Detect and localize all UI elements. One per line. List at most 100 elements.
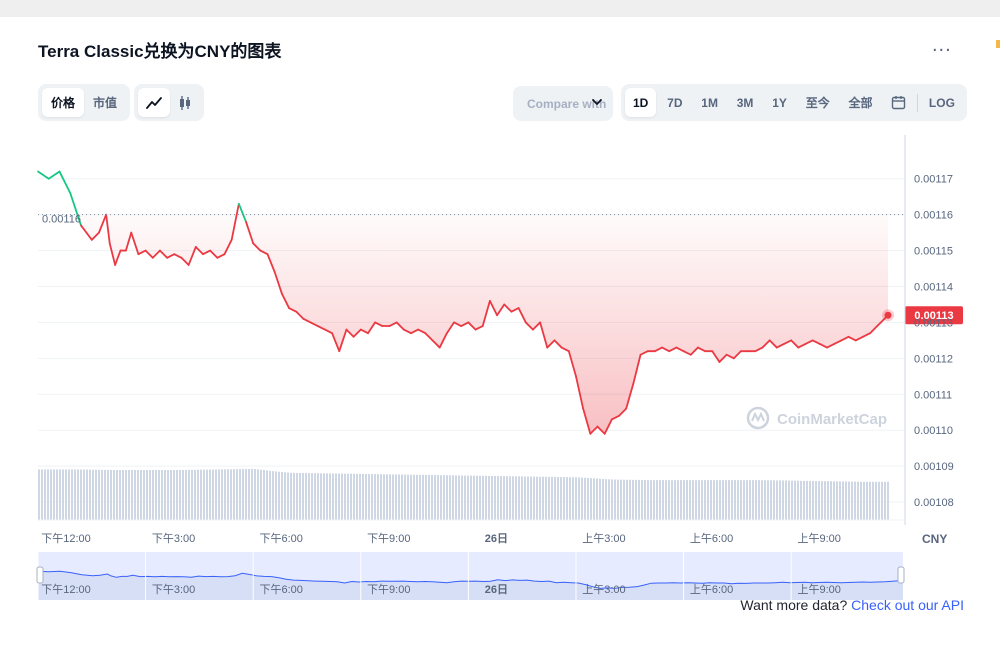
volume-bar bbox=[83, 469, 85, 520]
volume-bars bbox=[38, 468, 889, 520]
volume-bar bbox=[494, 475, 496, 520]
volume-bar bbox=[383, 474, 385, 520]
volume-bar bbox=[746, 480, 748, 520]
volume-bar bbox=[614, 479, 616, 520]
range-7d[interactable]: 7D bbox=[659, 88, 690, 117]
calendar-icon bbox=[892, 96, 906, 110]
volume-bar bbox=[530, 476, 532, 520]
volume-bar bbox=[716, 480, 718, 520]
volume-bar bbox=[398, 474, 400, 520]
volume-bar bbox=[344, 473, 346, 520]
volume-bar bbox=[128, 469, 130, 520]
range-ytd[interactable]: 至今 bbox=[798, 88, 838, 117]
volume-bar bbox=[299, 472, 301, 520]
candlestick-button[interactable] bbox=[170, 88, 200, 117]
tab-market-cap[interactable]: 市值 bbox=[84, 88, 126, 117]
y-tick-label: 0.00109 bbox=[914, 461, 954, 473]
range-1m[interactable]: 1M bbox=[693, 88, 726, 117]
chart-title: Terra Classic兑换为CNY的图表 bbox=[38, 42, 282, 61]
volume-bar bbox=[752, 480, 754, 520]
api-prompt: Want more data? Check out our API bbox=[740, 597, 964, 613]
volume-bar bbox=[710, 480, 712, 520]
date-picker-button[interactable] bbox=[883, 88, 914, 117]
current-price-dot bbox=[884, 311, 892, 319]
volume-bar bbox=[41, 469, 43, 520]
volume-bar bbox=[389, 474, 391, 520]
more-options-button[interactable]: ... bbox=[932, 35, 952, 55]
x-axis-unit: CNY bbox=[922, 532, 947, 546]
volume-bar bbox=[449, 475, 451, 520]
volume-bar bbox=[71, 469, 73, 520]
volume-bar bbox=[425, 474, 427, 520]
volume-bar bbox=[803, 480, 805, 520]
volume-bar bbox=[572, 477, 574, 520]
line-chart-button[interactable] bbox=[138, 88, 170, 117]
compare-dropdown[interactable]: Compare with bbox=[513, 86, 613, 121]
range-divider bbox=[917, 93, 919, 112]
volume-bar bbox=[554, 476, 556, 520]
volume-bar bbox=[599, 478, 601, 520]
volume-bar bbox=[518, 476, 520, 520]
volume-bar bbox=[98, 469, 100, 520]
price-chart[interactable]: 0.00116 0.00113 CoinMarketCap 0.00117 0.00… bbox=[0, 130, 1000, 610]
volume-bar bbox=[740, 480, 742, 520]
volume-bar bbox=[758, 480, 760, 520]
volume-bar bbox=[794, 480, 796, 520]
volume-bar bbox=[875, 481, 877, 520]
volume-bar bbox=[656, 480, 658, 520]
volume-bar bbox=[284, 472, 286, 520]
volume-bar bbox=[641, 479, 643, 520]
volume-bar bbox=[596, 478, 598, 520]
volume-bar bbox=[197, 469, 199, 520]
volume-bar bbox=[764, 480, 766, 520]
volume-bar bbox=[137, 469, 139, 520]
volume-bar bbox=[221, 469, 223, 520]
range-1y[interactable]: 1Y bbox=[764, 88, 795, 117]
volume-bar bbox=[644, 480, 646, 520]
volume-bar bbox=[611, 479, 613, 520]
volume-bar bbox=[470, 475, 472, 520]
volume-bar bbox=[509, 476, 511, 520]
volume-bar bbox=[608, 479, 610, 520]
log-scale-button[interactable]: LOG bbox=[921, 88, 963, 117]
volume-bar bbox=[203, 469, 205, 520]
volume-bar bbox=[569, 477, 571, 520]
volume-bar bbox=[326, 473, 328, 520]
range-all[interactable]: 全部 bbox=[841, 88, 881, 117]
volume-bar bbox=[149, 469, 151, 520]
volume-bar bbox=[563, 477, 565, 520]
navigator-handle-left[interactable] bbox=[36, 566, 44, 584]
volume-bar bbox=[380, 474, 382, 520]
volume-bar bbox=[434, 475, 436, 520]
volume-bar bbox=[578, 477, 580, 520]
api-link[interactable]: Check out our API bbox=[851, 597, 964, 613]
volume-bar bbox=[800, 480, 802, 520]
navigator-tick-label: 下午3:00 bbox=[152, 583, 195, 596]
range-navigator[interactable]: 下午12:00 下午3:00 下午6:00 下午9:00 26日 上午3:00 上午6:00… bbox=[36, 552, 905, 600]
volume-bar bbox=[581, 477, 583, 520]
range-3m[interactable]: 3M bbox=[729, 88, 762, 117]
volume-bar bbox=[767, 480, 769, 520]
volume-bar bbox=[236, 469, 238, 520]
tab-price[interactable]: 价格 bbox=[42, 88, 85, 117]
volume-bar bbox=[836, 481, 838, 520]
volume-bar bbox=[401, 474, 403, 520]
volume-bar bbox=[845, 481, 847, 520]
volume-bar bbox=[857, 481, 859, 520]
range-1d[interactable]: 1D bbox=[625, 88, 657, 117]
volume-bar bbox=[713, 480, 715, 520]
volume-bar bbox=[47, 469, 49, 520]
volume-bar bbox=[809, 480, 811, 520]
volume-bar bbox=[485, 475, 487, 520]
volume-bar bbox=[323, 473, 325, 520]
volume-bar bbox=[287, 472, 289, 520]
navigator-handle-right[interactable] bbox=[897, 566, 905, 584]
volume-bar bbox=[173, 469, 175, 520]
volume-bar bbox=[551, 476, 553, 520]
volume-bar bbox=[734, 480, 736, 520]
volume-bar bbox=[290, 472, 292, 520]
navigator-tick-label: 下午12:00 bbox=[41, 583, 91, 596]
volume-bar bbox=[683, 480, 685, 520]
metric-toggle: 价格 市值 bbox=[38, 84, 131, 121]
volume-bar bbox=[461, 475, 463, 520]
